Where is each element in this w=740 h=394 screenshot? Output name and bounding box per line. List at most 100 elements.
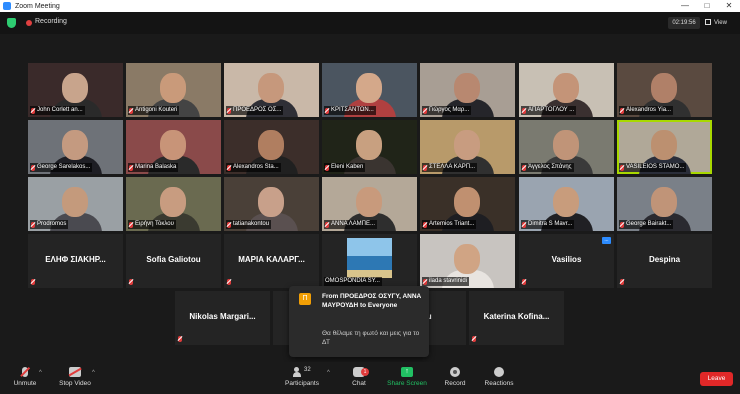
participant-name-tile[interactable]: Despina: [617, 234, 712, 288]
participant-video-tile[interactable]: George Sarelakos...: [28, 120, 123, 174]
more-options-button[interactable]: ...: [602, 237, 611, 244]
participant-name: John Corlett an...: [37, 107, 83, 113]
close-button[interactable]: ✕: [718, 0, 740, 12]
meeting-topbar: Recording 02:19:56 View: [0, 12, 740, 34]
participant-video-tile[interactable]: Marina Balaska: [126, 120, 221, 174]
reactions-button[interactable]: Reactions: [481, 367, 517, 387]
view-button[interactable]: View: [705, 17, 735, 29]
muted-mic-icon: [227, 164, 231, 171]
participant-video-tile[interactable]: Alexandros Yia...: [617, 63, 712, 117]
participant-name: Prodromos: [37, 221, 67, 227]
participant-video-tile[interactable]: ΠΡΟΕΔΡΟΣ ΟΣ...: [224, 63, 319, 117]
participant-name-label: George Sarelakos...: [30, 163, 93, 172]
participant-name: Άγγελος Σπάνης: [528, 164, 572, 170]
participant-video-tile[interactable]: Artemios Triant...: [420, 177, 515, 231]
security-shield-icon[interactable]: [7, 18, 16, 28]
participant-name-tile[interactable]: Katerina Kofina...: [469, 291, 564, 345]
participant-name: Alexandros Sta...: [233, 164, 279, 170]
muted-mic-icon: [423, 221, 427, 228]
participant-face: [62, 130, 88, 160]
muted-mic-icon: [227, 107, 231, 114]
participant-video-tile[interactable]: tatianakontou: [224, 177, 319, 231]
participant-name-tile[interactable]: Vasilios...: [519, 234, 614, 288]
smiley-reaction-icon: [494, 367, 504, 377]
participant-name-tile[interactable]: ΜΑΡΙΑ ΚΑΛΑΡΓ...: [224, 234, 319, 288]
participant-video-tile[interactable]: ΑΠΑΡΤΟΓΛΟΥ ...: [519, 63, 614, 117]
participant-video-tile[interactable]: George Bairakt...: [617, 177, 712, 231]
maximize-button[interactable]: □: [696, 0, 718, 12]
meeting-toolbar: Unmute ^ Stop Video ^ 32 Participants ^ …: [0, 362, 740, 394]
record-button[interactable]: Record: [441, 367, 469, 387]
muted-mic-icon: [178, 336, 182, 342]
participants-icon: [293, 367, 301, 377]
participant-video-tile[interactable]: Alexandros Sta...: [224, 120, 319, 174]
leave-button[interactable]: Leave: [700, 372, 733, 386]
participant-name: Marina Balaska: [135, 164, 177, 170]
participant-name-label: ΑΝΝΑ ΛΑΜΠΕ...: [324, 220, 378, 229]
participant-face: [356, 187, 382, 217]
participant-name-label: Prodromos: [30, 220, 69, 229]
muted-mic-icon: [522, 221, 526, 228]
participant-video-tile[interactable]: Dimitra S Mavr...: [519, 177, 614, 231]
muted-mic-icon: [227, 221, 231, 228]
muted-mic-icon: [522, 279, 526, 285]
muted-mic-icon: [620, 107, 624, 114]
participant-video-tile[interactable]: ilada stavrinidi: [420, 234, 515, 288]
participant-name: Dimitra S Mavr...: [528, 221, 573, 227]
muted-mic-icon: [325, 164, 329, 171]
participant-name-tile[interactable]: Nikolas Margari...: [175, 291, 270, 345]
muted-mic-icon: [31, 221, 35, 228]
participant-video-tile[interactable]: ΣΤΕΛΛΑ ΚΑΡΠ...: [420, 120, 515, 174]
participant-name: ΑΠΑΡΤΟΓΛΟΥ ...: [528, 107, 575, 113]
participants-label: Participants: [285, 380, 319, 387]
participant-name: OMOSPONDIA SY...: [325, 278, 380, 284]
stop-video-button[interactable]: Stop Video: [56, 367, 94, 387]
audio-options-caret-icon[interactable]: ^: [39, 370, 42, 376]
participant-video-tile[interactable]: Eleni Kaben: [322, 120, 417, 174]
minimize-button[interactable]: —: [674, 0, 696, 12]
participant-video-tile[interactable]: John Corlett an...: [28, 63, 123, 117]
participant-name: ΑΝΝΑ ΛΑΜΠΕ...: [331, 221, 376, 227]
muted-mic-icon: [325, 221, 329, 228]
participants-button[interactable]: 32 Participants: [283, 367, 321, 387]
participant-name-label: Alexandros Sta...: [226, 163, 281, 172]
video-options-caret-icon[interactable]: ^: [92, 370, 95, 376]
participant-video-tile[interactable]: Γιώργος Μαρ...: [420, 63, 515, 117]
participant-name-label: Artemios Triant...: [422, 220, 477, 229]
unmute-button[interactable]: Unmute: [10, 367, 40, 387]
participant-video-tile[interactable]: ΑΝΝΑ ΛΑΜΠΕ...: [322, 177, 417, 231]
view-label: View: [714, 20, 727, 26]
participant-display-name: Nikolas Margari...: [189, 312, 256, 321]
participant-name-label: ilada stavrinidi: [422, 277, 470, 286]
participant-name-tile[interactable]: ΕΛΗΦ ΣΙΑΚΗΡ...: [28, 234, 123, 288]
participant-video-tile[interactable]: Antigoni Kouteri: [126, 63, 221, 117]
sender-avatar: Π: [299, 293, 311, 305]
participant-video-tile[interactable]: Ειρήνη Τόκλου: [126, 177, 221, 231]
participant-name: Ειρήνη Τόκλου: [135, 221, 174, 227]
participant-display-name: Sofia Galiotou: [146, 255, 201, 264]
participant-name-tile[interactable]: Sofia Galiotou: [126, 234, 221, 288]
participant-name: ΚΡΙΤΣΑΝΤΩΝ...: [331, 107, 374, 113]
participant-face: [553, 130, 579, 160]
participant-video-tile[interactable]: Prodromos: [28, 177, 123, 231]
participants-options-caret-icon[interactable]: ^: [327, 370, 330, 376]
recording-label: Recording: [35, 18, 67, 25]
participant-video-tile[interactable]: ΚΡΙΤΣΑΝΤΩΝ...: [322, 63, 417, 117]
participant-video-tile[interactable]: VASILEIOS STAMO...: [617, 120, 712, 174]
participant-face: [62, 73, 88, 103]
participant-video-tile[interactable]: Άγγελος Σπάνης: [519, 120, 614, 174]
participant-name-label: OMOSPONDIA SY...: [324, 277, 382, 286]
participant-name: Alexandros Yia...: [626, 107, 672, 113]
participant-face: [651, 130, 677, 160]
participant-face: [160, 73, 186, 103]
participant-name: George Bairakt...: [626, 221, 672, 227]
participant-name: Eleni Kaben: [331, 164, 364, 170]
participant-name: tatianakontou: [233, 221, 270, 227]
share-screen-button[interactable]: ↑ Share Screen: [386, 367, 428, 387]
chat-notification[interactable]: Π From ΠΡΟΕΔΡΟΣ ΟΣΥΓΥ, ΑΝΝΑ ΜΑΥΡΟΥΔΗ to …: [289, 286, 429, 357]
recording-dot-icon: [26, 20, 32, 26]
participant-face: [356, 130, 382, 160]
muted-mic-icon: [620, 221, 624, 228]
participant-photo-tile[interactable]: OMOSPONDIA SY...: [322, 234, 417, 288]
grid-view-icon: [705, 19, 711, 26]
